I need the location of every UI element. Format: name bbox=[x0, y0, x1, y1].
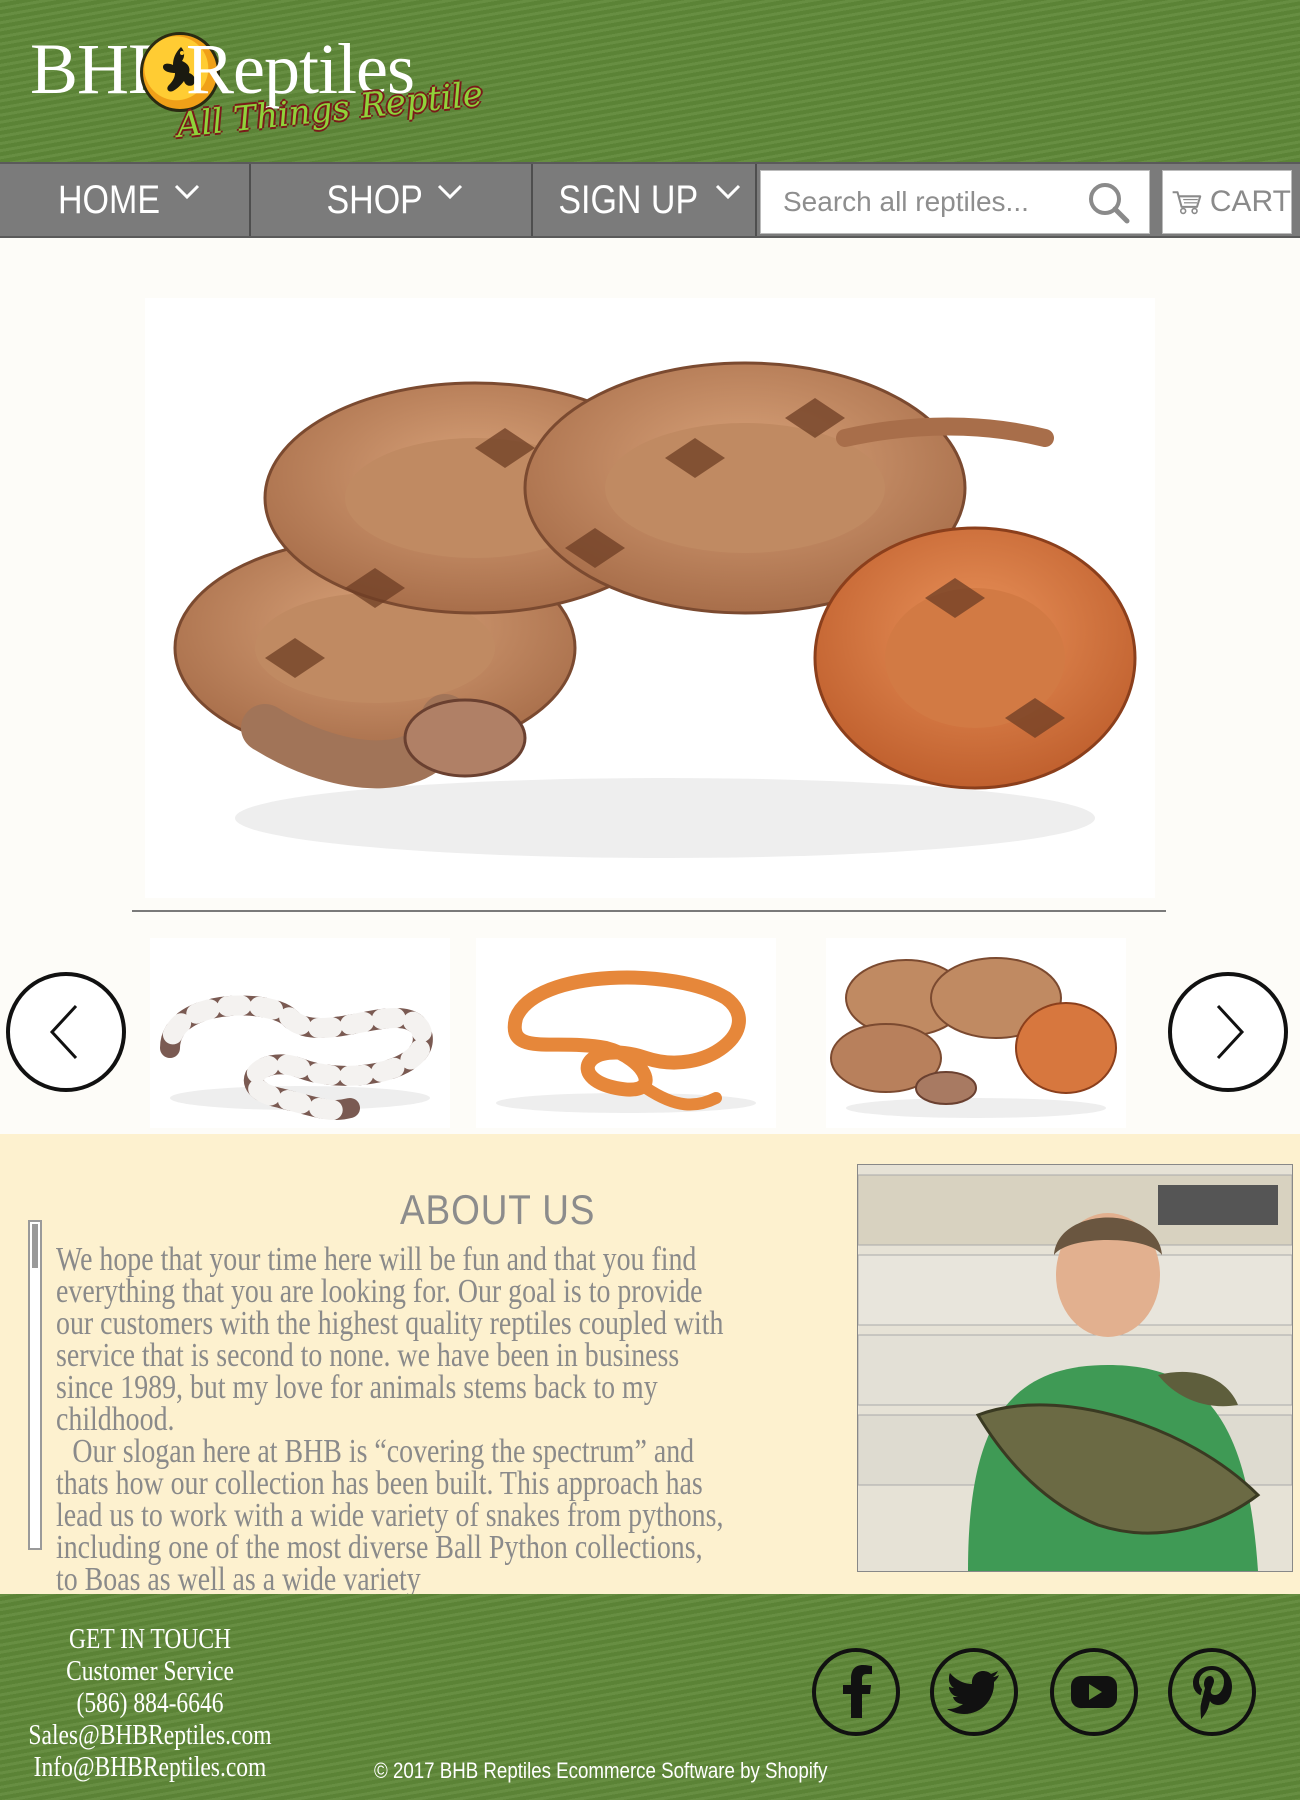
about-title: ABOUT US bbox=[400, 1186, 596, 1233]
hero-slider bbox=[0, 238, 1300, 1138]
contact-email-sales[interactable]: Sales@BHBReptiles.com bbox=[28, 1720, 271, 1751]
youtube-icon bbox=[1071, 1676, 1117, 1708]
site-footer: GET IN TOUCH Customer Service (586) 884-… bbox=[0, 1594, 1300, 1800]
thumbnail-king-snake[interactable] bbox=[150, 938, 450, 1128]
pinterest-icon bbox=[1193, 1666, 1232, 1719]
about-section: ABOUT US We hope that your time here wil… bbox=[0, 1134, 1300, 1597]
about-scrollbar[interactable] bbox=[28, 1220, 42, 1550]
site-logo[interactable]: BHB Reptiles All Things Reptile bbox=[30, 20, 485, 150]
hero-divider bbox=[132, 910, 1166, 912]
contact-block: GET IN TOUCH Customer Service (586) 884-… bbox=[0, 1624, 300, 1784]
twitter-icon bbox=[947, 1671, 999, 1714]
youtube-button[interactable] bbox=[1050, 1648, 1138, 1736]
scrollbar-thumb[interactable] bbox=[32, 1224, 38, 1268]
slider-prev-button[interactable] bbox=[6, 972, 126, 1092]
about-paragraph-2: Our slogan here at BHB is “covering the … bbox=[56, 1433, 724, 1598]
chevron-right-icon bbox=[1216, 1004, 1245, 1060]
chevron-down-icon bbox=[174, 184, 199, 200]
twitter-button[interactable] bbox=[930, 1648, 1018, 1736]
chevron-down-icon bbox=[437, 184, 462, 200]
search-input[interactable] bbox=[761, 171, 1081, 233]
nav-sign-up-label: SIGN UP bbox=[558, 177, 698, 222]
about-text: We hope that your time here will be fun … bbox=[56, 1241, 728, 1597]
facebook-icon bbox=[843, 1665, 872, 1718]
chevron-down-icon bbox=[716, 184, 741, 200]
nav-shop-label: SHOP bbox=[326, 177, 424, 222]
site-header: BHB Reptiles All Things Reptile bbox=[0, 0, 1300, 162]
slider-next-button[interactable] bbox=[1168, 972, 1288, 1092]
contact-subtitle: Customer Service bbox=[66, 1656, 234, 1687]
nav-home[interactable]: HOME bbox=[0, 164, 251, 236]
pinterest-button[interactable] bbox=[1168, 1648, 1256, 1736]
copyright-text: © 2017 BHB Reptiles Ecommerce Software b… bbox=[374, 1758, 828, 1783]
contact-email-info[interactable]: Info@BHBReptiles.com bbox=[34, 1752, 267, 1783]
contact-title: GET IN TOUCH bbox=[68, 1624, 232, 1655]
facebook-button[interactable] bbox=[812, 1648, 900, 1736]
chevron-left-icon bbox=[49, 1004, 78, 1060]
about-paragraph-1: We hope that your time here will be fun … bbox=[56, 1241, 724, 1438]
contact-phone[interactable]: (586) 884-6646 bbox=[24, 1688, 276, 1720]
thumbnail-corn-snake[interactable] bbox=[476, 938, 776, 1128]
owner-photo bbox=[857, 1164, 1293, 1572]
cart-button[interactable]: CART bbox=[1162, 170, 1292, 234]
cart-label: CART bbox=[1209, 185, 1291, 218]
cart-icon bbox=[1172, 191, 1202, 215]
hero-snake-image[interactable] bbox=[145, 298, 1155, 898]
main-navigation: HOME SHOP SIGN UP CART bbox=[0, 162, 1300, 238]
nav-shop[interactable]: SHOP bbox=[251, 164, 533, 236]
search-box bbox=[760, 170, 1150, 234]
nav-home-label: HOME bbox=[57, 177, 160, 222]
search-icon[interactable] bbox=[1079, 179, 1139, 227]
nav-sign-up[interactable]: SIGN UP bbox=[533, 164, 757, 236]
thumbnail-boa[interactable] bbox=[826, 938, 1126, 1128]
